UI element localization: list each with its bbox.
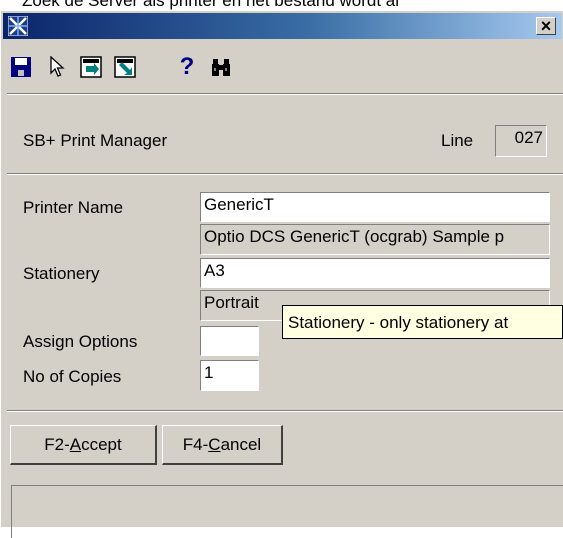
stationery-field[interactable]: A3 bbox=[200, 258, 550, 288]
accept-prefix: F2- bbox=[44, 434, 70, 454]
accept-rest: ccept bbox=[81, 434, 122, 454]
header-divider bbox=[7, 173, 563, 175]
status-bar bbox=[11, 485, 563, 538]
close-icon: × bbox=[540, 16, 552, 36]
toolbar: ? bbox=[1, 43, 563, 87]
assign-options-label: Assign Options bbox=[23, 332, 138, 351]
toolbar-divider bbox=[7, 93, 563, 95]
accept-button[interactable]: F2- Accept bbox=[10, 425, 157, 465]
printer-description: Optio DCS GenericT (ocgrab) Sample p bbox=[200, 224, 550, 255]
binoculars-icon[interactable] bbox=[209, 55, 233, 79]
export-icon[interactable] bbox=[79, 55, 103, 79]
assign-options-field[interactable] bbox=[200, 326, 259, 356]
app-icon bbox=[7, 15, 29, 37]
line-label: Line bbox=[441, 131, 474, 150]
help-glyph: ? bbox=[179, 53, 195, 80]
copies-label: No of Copies bbox=[23, 367, 122, 386]
cancel-button[interactable]: F4- Cancel bbox=[162, 425, 283, 465]
copies-field[interactable]: 1 bbox=[200, 360, 259, 391]
help-icon[interactable]: ? bbox=[175, 53, 199, 80]
cancel-rest: ancel bbox=[220, 434, 262, 454]
line-number: 027 bbox=[495, 125, 547, 157]
close-button[interactable]: × bbox=[536, 17, 556, 35]
cancel-prefix: F4- bbox=[182, 434, 209, 454]
printer-name-label: Printer Name bbox=[23, 198, 124, 217]
app-title: SB+ Print Manager bbox=[23, 131, 168, 150]
save-icon[interactable] bbox=[9, 55, 33, 79]
stationery-tooltip: Stationery - only stationery at bbox=[282, 305, 563, 339]
pointer-icon[interactable] bbox=[45, 55, 69, 79]
import-icon[interactable] bbox=[113, 55, 137, 79]
stationery-label: Stationery bbox=[23, 264, 100, 283]
print-manager-window: × ? SB+ Print Manager Line 027 Printer N… bbox=[0, 10, 563, 538]
accept-key: A bbox=[69, 434, 82, 454]
printer-name-field[interactable]: GenericT bbox=[200, 192, 550, 222]
cancel-key: C bbox=[208, 434, 221, 454]
form-divider bbox=[7, 410, 563, 412]
title-bar[interactable]: × bbox=[3, 13, 562, 39]
